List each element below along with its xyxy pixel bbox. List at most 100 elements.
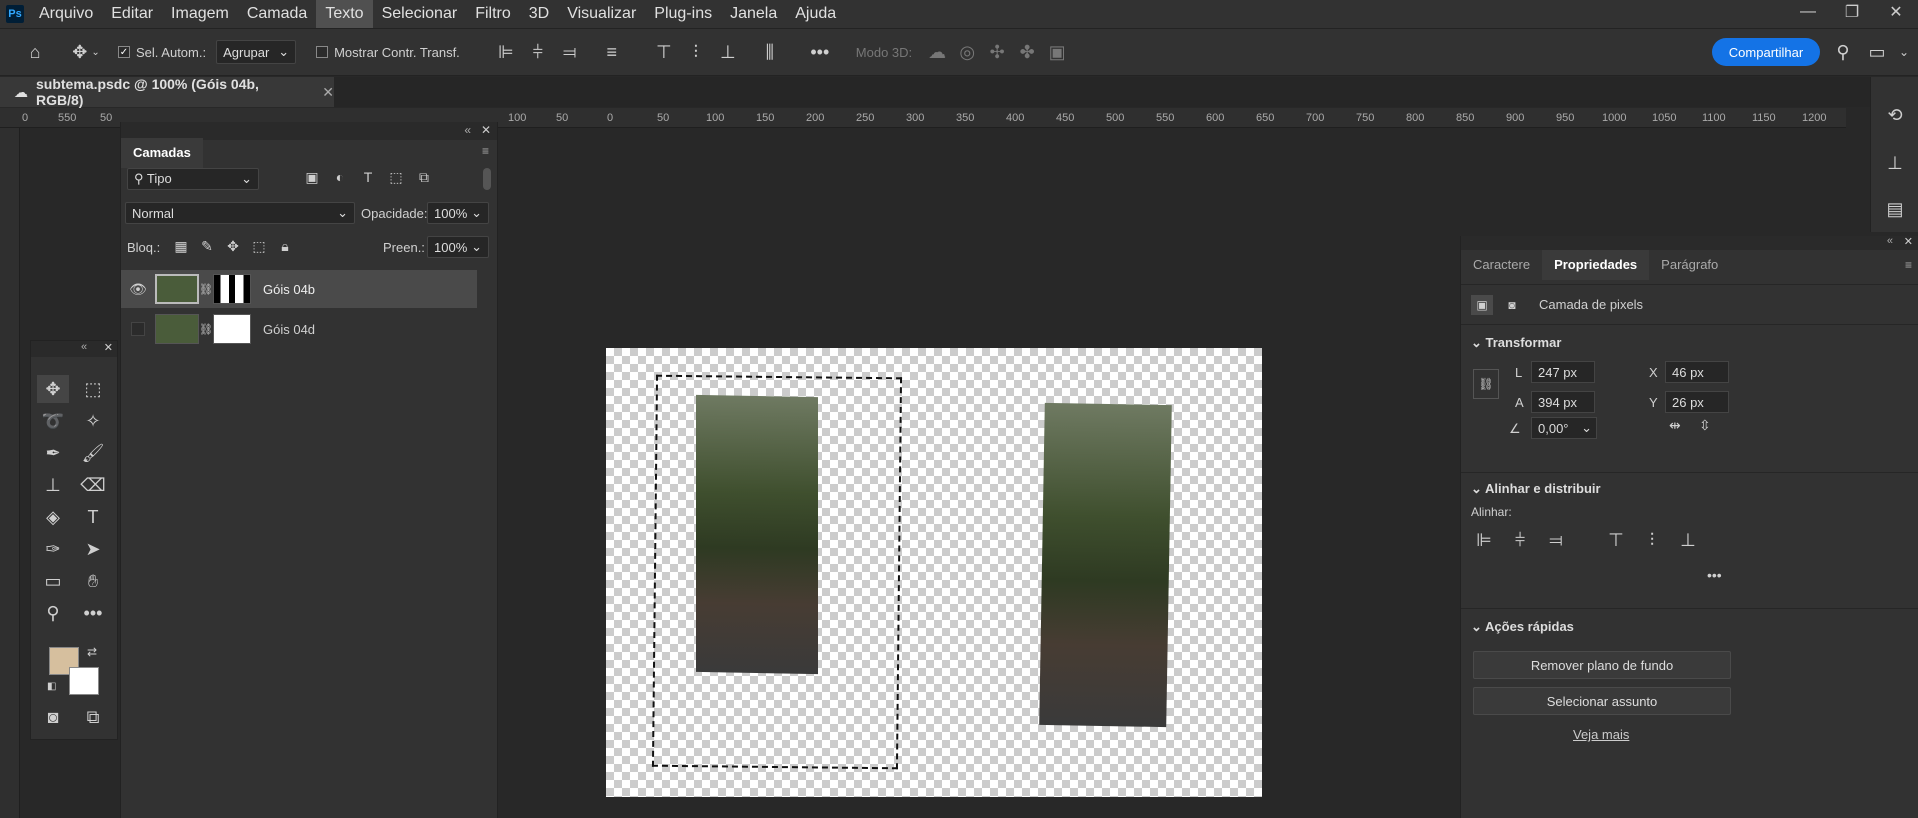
menu-plugins[interactable]: Plug-ins: [645, 0, 721, 28]
camera-3d-icon[interactable]: ▣: [1042, 42, 1072, 63]
hand-tool-icon[interactable]: ✋︎: [77, 567, 109, 595]
tab-propriedades[interactable]: Propriedades: [1542, 250, 1650, 280]
distribute-v-icon[interactable]: ⫼: [754, 42, 786, 63]
eraser-tool-icon[interactable]: ⌫: [77, 471, 109, 499]
document-tab[interactable]: ☁ subtema.psdc @ 100% (Góis 04b, RGB/8) …: [0, 76, 334, 108]
blend-mode-dropdown[interactable]: Normal ⌄: [125, 202, 355, 224]
align-left-icon[interactable]: ⊫: [490, 42, 522, 63]
align-right-icon[interactable]: ⫤: [554, 42, 586, 63]
transform-bounding-box[interactable]: [651, 374, 903, 770]
chain-link-icon[interactable]: ⛓︎: [199, 323, 213, 336]
filter-toggle[interactable]: [483, 168, 491, 190]
menu-arquivo[interactable]: Arquivo: [30, 0, 102, 28]
filter-type-icon[interactable]: T: [357, 169, 379, 185]
menu-selecionar[interactable]: Selecionar: [373, 0, 467, 28]
default-colors-icon[interactable]: ◧: [47, 681, 56, 692]
brush-tool-icon[interactable]: 🖌︎: [77, 439, 109, 467]
collapse-props-icon[interactable]: «: [1887, 235, 1893, 247]
x-field[interactable]: 46 px: [1665, 361, 1729, 383]
chain-link-icon[interactable]: ⛓︎: [199, 283, 213, 296]
flip-horizontal-icon[interactable]: ⇹: [1669, 417, 1681, 434]
close-tab-icon[interactable]: ✕: [322, 84, 334, 101]
opacity-field[interactable]: 100% ⌄: [427, 202, 489, 224]
align-middle-v-icon[interactable]: ⫶: [680, 42, 712, 63]
marquee-tool-icon[interactable]: ⬚: [77, 375, 109, 403]
tab-caractere[interactable]: Caractere: [1461, 250, 1542, 280]
mask-icon[interactable]: ◙: [1501, 295, 1523, 315]
workspace-icon[interactable]: ▭: [1864, 40, 1890, 64]
align-left-icon[interactable]: ⊫: [1473, 529, 1495, 551]
menu-camada[interactable]: Camada: [238, 0, 316, 28]
layer-mask-thumbnail[interactable]: [213, 274, 251, 304]
collapse-panel-icon[interactable]: «: [464, 123, 471, 137]
background-color-swatch[interactable]: [69, 667, 99, 695]
move-tool-icon[interactable]: ✥ ⌄: [68, 42, 104, 63]
link-dimensions-icon[interactable]: ⛓︎: [1473, 369, 1499, 399]
quick-actions-title[interactable]: ⌄ Ações rápidas: [1471, 619, 1574, 635]
distribute-icon[interactable]: ≡: [596, 42, 628, 63]
filter-adjustment-icon[interactable]: ◐: [329, 169, 351, 185]
more-options-icon[interactable]: •••: [804, 42, 836, 63]
filter-shape-icon[interactable]: ⬚: [385, 169, 407, 186]
layer-mask-thumbnail[interactable]: [213, 314, 251, 344]
restore-icon[interactable]: ❐: [1830, 0, 1874, 24]
orbit-3d-icon[interactable]: ☁: [922, 42, 952, 63]
workspace-chevron-icon[interactable]: ⌄: [1894, 40, 1914, 64]
share-button[interactable]: Compartilhar: [1712, 38, 1820, 66]
align-title[interactable]: ⌄ Alinhar e distribuir: [1471, 481, 1601, 497]
path-selection-icon[interactable]: ➤: [77, 535, 109, 563]
lock-pixels-icon[interactable]: ✎: [197, 238, 217, 255]
menu-imagem[interactable]: Imagem: [162, 0, 238, 28]
menu-editar[interactable]: Editar: [102, 0, 162, 28]
angle-field[interactable]: 0,00° ⌄: [1531, 417, 1597, 439]
collapse-toolbox-icon[interactable]: «: [81, 341, 87, 353]
align-top-icon[interactable]: ⊤: [1605, 529, 1627, 551]
library-icon[interactable]: ▤: [1883, 195, 1907, 223]
panel-menu-icon[interactable]: ≡: [482, 144, 489, 158]
visibility-eye-icon[interactable]: 👁︎: [121, 281, 155, 298]
height-field[interactable]: 394 px: [1531, 391, 1595, 413]
rectangle-tool-icon[interactable]: ▭: [37, 567, 69, 595]
minimize-icon[interactable]: —: [1786, 0, 1830, 24]
remove-background-button[interactable]: Remover plano de fundo: [1473, 651, 1731, 679]
transform-title[interactable]: ⌄ Transformar: [1471, 335, 1561, 351]
eyedropper-icon[interactable]: ✒: [37, 439, 69, 467]
menu-texto[interactable]: Texto: [316, 0, 373, 28]
y-field[interactable]: 26 px: [1665, 391, 1729, 413]
auto-select-target-dropdown[interactable]: Agrupar ⌄: [216, 40, 297, 64]
flip-vertical-icon[interactable]: ⇳: [1699, 417, 1711, 434]
close-panel-icon[interactable]: ✕: [481, 123, 491, 137]
history-icon[interactable]: ⟲: [1883, 101, 1907, 129]
lock-position-icon[interactable]: ✥: [223, 238, 243, 255]
filter-smart-icon[interactable]: ⧉: [413, 169, 435, 186]
filter-pixel-icon[interactable]: ▣: [301, 169, 323, 186]
move-tool-icon[interactable]: ✥: [37, 375, 69, 403]
close-toolbox-icon[interactable]: ✕: [104, 341, 113, 354]
align-top-icon[interactable]: ⊤: [648, 42, 680, 63]
document-canvas[interactable]: [606, 348, 1262, 797]
search-icon[interactable]: ⚲: [1830, 40, 1856, 64]
type-tool-icon[interactable]: T: [77, 503, 109, 531]
more-align-icon[interactable]: •••: [1707, 567, 1722, 583]
paint-bucket-icon[interactable]: ◈: [37, 503, 69, 531]
more-tools-icon[interactable]: •••: [77, 599, 109, 627]
pan-3d-icon[interactable]: ✣: [982, 42, 1012, 63]
fill-field[interactable]: 100% ⌄: [427, 236, 489, 258]
align-center-h-icon[interactable]: ⫩: [522, 42, 554, 63]
align-center-h-icon[interactable]: ⫩: [1509, 529, 1531, 551]
screen-mode-icon[interactable]: ⧉: [77, 703, 109, 731]
roll-3d-icon[interactable]: ◎: [952, 42, 982, 63]
slide-3d-icon[interactable]: ✤: [1012, 42, 1042, 63]
layer-row[interactable]: ⛓︎ Góis 04d: [121, 310, 477, 348]
photoshop-logo[interactable]: Ps: [6, 5, 24, 23]
align-bottom-icon[interactable]: ⊥: [712, 42, 744, 63]
zoom-tool-icon[interactable]: ⚲: [37, 599, 69, 627]
quick-mask-icon[interactable]: ◙: [37, 703, 69, 731]
visibility-toggle[interactable]: [121, 322, 155, 336]
lock-artboard-icon[interactable]: ⬚: [249, 238, 269, 255]
lasso-tool-icon[interactable]: ➰: [37, 407, 69, 435]
stamp-panel-icon[interactable]: ⊥: [1883, 149, 1907, 177]
stamp-tool-icon[interactable]: ⊥: [37, 471, 69, 499]
layer-name[interactable]: Góis 04b: [263, 282, 315, 297]
menu-visualizar[interactable]: Visualizar: [558, 0, 645, 28]
